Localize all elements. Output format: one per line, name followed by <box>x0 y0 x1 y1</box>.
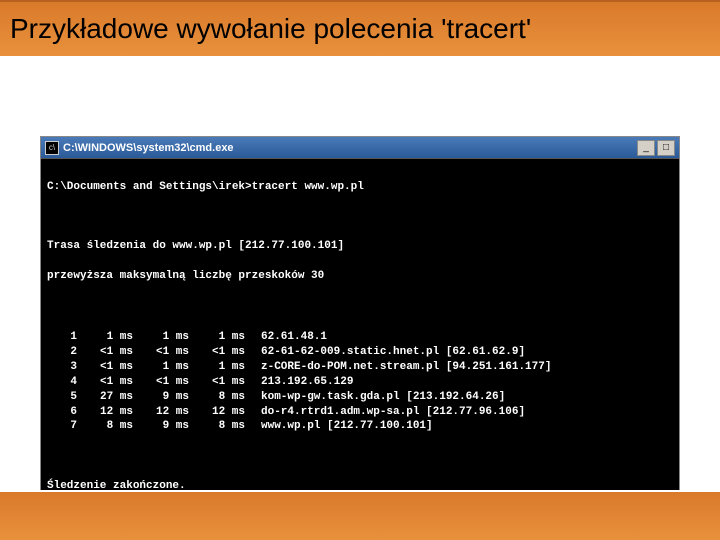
hop-time-2: 1 ms <box>133 330 189 345</box>
hop-row: 3<1 ms1 ms1 msz-CORE-do-POM.net.stream.p… <box>53 360 673 375</box>
hop-row: 612 ms12 ms12 msdo-r4.rtrd1.adm.wp-sa.pl… <box>53 405 673 420</box>
hop-time-3: 1 ms <box>189 330 245 345</box>
hop-row: 2<1 ms<1 ms<1 ms62-61-62-009.static.hnet… <box>53 345 673 360</box>
hop-time-2: 1 ms <box>133 360 189 375</box>
hop-row: 11 ms1 ms1 ms62.61.48.1 <box>53 330 673 345</box>
hop-host: kom-wp-gw.task.gda.pl [213.192.64.26] <box>245 390 505 405</box>
hop-number: 5 <box>53 390 77 405</box>
hop-row: 527 ms9 ms8 mskom-wp-gw.task.gda.pl [213… <box>53 390 673 405</box>
footer-band <box>0 490 720 540</box>
hop-time-1: <1 ms <box>77 360 133 375</box>
cmd-titlebar[interactable]: c\ C:\WINDOWS\system32\cmd.exe _ □ <box>41 137 679 159</box>
hops-table: 11 ms1 ms1 ms62.61.48.12<1 ms<1 ms<1 ms6… <box>53 330 673 434</box>
hop-host: www.wp.pl [212.77.100.101] <box>245 419 433 434</box>
content-area: c\ C:\WINDOWS\system32\cmd.exe _ □ C:\Do… <box>0 56 720 530</box>
blank-line <box>47 449 673 464</box>
hop-time-1: 8 ms <box>77 419 133 434</box>
hop-time-2: 9 ms <box>133 419 189 434</box>
hop-host: 213.192.65.129 <box>245 375 353 390</box>
hop-time-2: 12 ms <box>133 405 189 420</box>
trace-header-2: przewyższa maksymalną liczbę przeskoków … <box>47 269 673 284</box>
hop-number: 6 <box>53 405 77 420</box>
cmd-window-title: C:\WINDOWS\system32\cmd.exe <box>63 142 637 154</box>
hop-time-1: 1 ms <box>77 330 133 345</box>
blank-line <box>47 299 673 314</box>
hop-time-3: 8 ms <box>189 419 245 434</box>
prompt-line: C:\Documents and Settings\irek>tracert w… <box>47 180 673 195</box>
trace-header-1: Trasa śledzenia do www.wp.pl [212.77.100… <box>47 239 673 254</box>
hop-time-1: 27 ms <box>77 390 133 405</box>
minimize-button[interactable]: _ <box>637 140 655 156</box>
hop-time-3: 8 ms <box>189 390 245 405</box>
cmd-window-controls: _ □ <box>637 140 675 156</box>
hop-time-3: 1 ms <box>189 360 245 375</box>
hop-number: 7 <box>53 419 77 434</box>
hop-time-3: 12 ms <box>189 405 245 420</box>
hop-row: 4<1 ms<1 ms<1 ms213.192.65.129 <box>53 375 673 390</box>
hop-time-2: 9 ms <box>133 390 189 405</box>
hop-row: 78 ms9 ms8 mswww.wp.pl [212.77.100.101] <box>53 419 673 434</box>
hop-time-1: <1 ms <box>77 345 133 360</box>
hop-number: 4 <box>53 375 77 390</box>
hop-time-1: 12 ms <box>77 405 133 420</box>
hop-host: do-r4.rtrd1.adm.wp-sa.pl [212.77.96.106] <box>245 405 525 420</box>
hop-number: 1 <box>53 330 77 345</box>
page-title: Przykładowe wywołanie polecenia 'tracert… <box>10 13 531 45</box>
hop-time-1: <1 ms <box>77 375 133 390</box>
hop-number: 3 <box>53 360 77 375</box>
header-band: Przykładowe wywołanie polecenia 'tracert… <box>0 0 720 56</box>
hop-number: 2 <box>53 345 77 360</box>
hop-host: 62.61.48.1 <box>245 330 327 345</box>
hop-host: z-CORE-do-POM.net.stream.pl [94.251.161.… <box>245 360 551 375</box>
hop-time-2: <1 ms <box>133 345 189 360</box>
hop-time-3: <1 ms <box>189 375 245 390</box>
hop-host: 62-61-62-009.static.hnet.pl [62.61.62.9] <box>245 345 525 360</box>
cmd-icon: c\ <box>45 141 59 155</box>
blank-line <box>47 210 673 225</box>
cmd-body: C:\Documents and Settings\irek>tracert w… <box>41 159 679 529</box>
hop-time-2: <1 ms <box>133 375 189 390</box>
hop-time-3: <1 ms <box>189 345 245 360</box>
cmd-window: c\ C:\WINDOWS\system32\cmd.exe _ □ C:\Do… <box>40 136 680 530</box>
maximize-button[interactable]: □ <box>657 140 675 156</box>
